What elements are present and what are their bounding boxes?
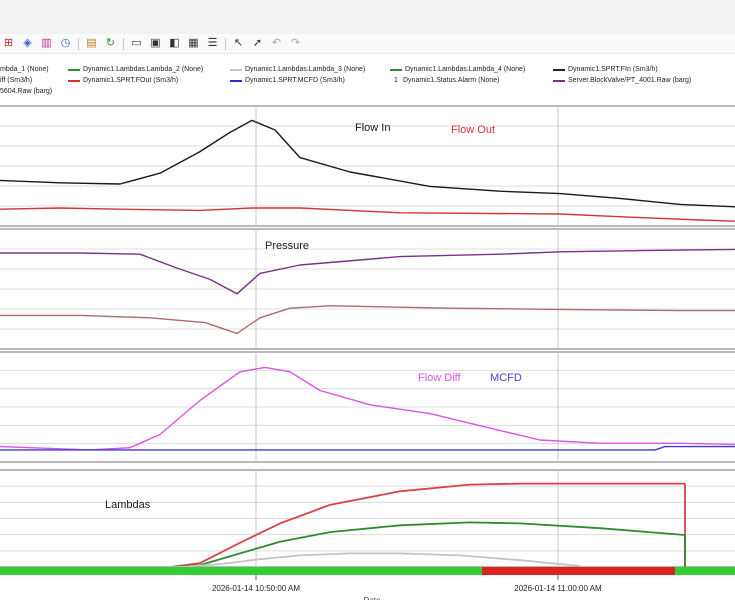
pane-annotation: Pressure [265, 240, 309, 252]
pane-annotation: Flow Out [451, 124, 495, 136]
pane-annotation: MCFD [490, 372, 522, 384]
trend-chart: Flow In Flow Out Pressure Flow Diff MCFD Lamb… [0, 105, 735, 600]
pane-annotation: Flow In [355, 122, 390, 134]
alarm-status-segment [482, 567, 675, 575]
pane-annotation: Lambdas [105, 499, 151, 511]
x-tick-label: 2026-01-14 11:00:00 AM [514, 584, 602, 593]
alarm-status-segment [0, 567, 482, 575]
x-axis-label: Date [364, 596, 381, 600]
pane-annotation: Flow Diff [418, 372, 462, 384]
x-tick-label: 2026-01-14 10:50:00 AM [212, 584, 300, 593]
alarm-status-segment [675, 567, 735, 575]
